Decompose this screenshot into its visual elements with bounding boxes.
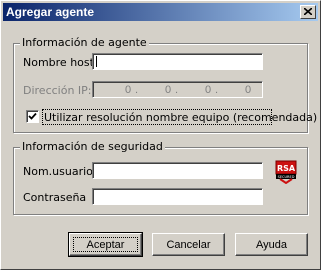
hostname-input[interactable] (92, 53, 263, 70)
ip-separator-2: . (175, 84, 179, 96)
username-input[interactable] (92, 162, 263, 179)
title-bar[interactable]: Agregar agente (3, 3, 318, 21)
checkmark-icon (28, 112, 37, 120)
password-input[interactable] (92, 188, 263, 205)
rsa-logo-text: RSA (277, 164, 296, 173)
close-button[interactable] (300, 5, 316, 19)
add-agent-dialog: Agregar agente Información de agente Nom… (0, 0, 321, 270)
text-caret (96, 56, 97, 67)
use-resolution-label[interactable]: Utilizar resolución nombre equipo (recom… (44, 111, 317, 124)
ip-address-field[interactable]: 0 . 0 . 0 . 0 (92, 81, 263, 98)
security-info-group-label: Información de seguridad (20, 140, 165, 153)
ip-octet-4: 0 (245, 84, 252, 96)
accept-button[interactable]: Aceptar (68, 232, 143, 257)
ip-separator-3: . (215, 84, 219, 96)
rsa-secured-logo-icon: RSA SECURED (275, 160, 297, 184)
ip-octet-1: 0 (125, 84, 132, 96)
agent-info-group-label: Información de agente (20, 36, 149, 49)
use-resolution-checkbox[interactable] (26, 110, 39, 123)
cancel-button-label: Cancelar (166, 238, 211, 251)
help-button-label: Ayuda (256, 238, 287, 251)
ip-separator-1: . (135, 84, 139, 96)
close-icon (304, 8, 312, 15)
rsa-logo-subtext: SECURED (278, 175, 295, 179)
hostname-label: Nombre host: (23, 56, 98, 69)
dialog-title: Agregar agente (6, 5, 95, 19)
cancel-button[interactable]: Cancelar (152, 233, 225, 256)
ip-address-label: Dirección IP: (23, 84, 92, 97)
ip-octet-3: 0 (205, 84, 212, 96)
password-label: Contraseña (23, 191, 87, 204)
ip-octet-2: 0 (165, 84, 172, 96)
username-label: Nom.usuario: (23, 165, 97, 178)
focus-rect (73, 237, 138, 252)
help-button[interactable]: Ayuda (235, 233, 308, 256)
